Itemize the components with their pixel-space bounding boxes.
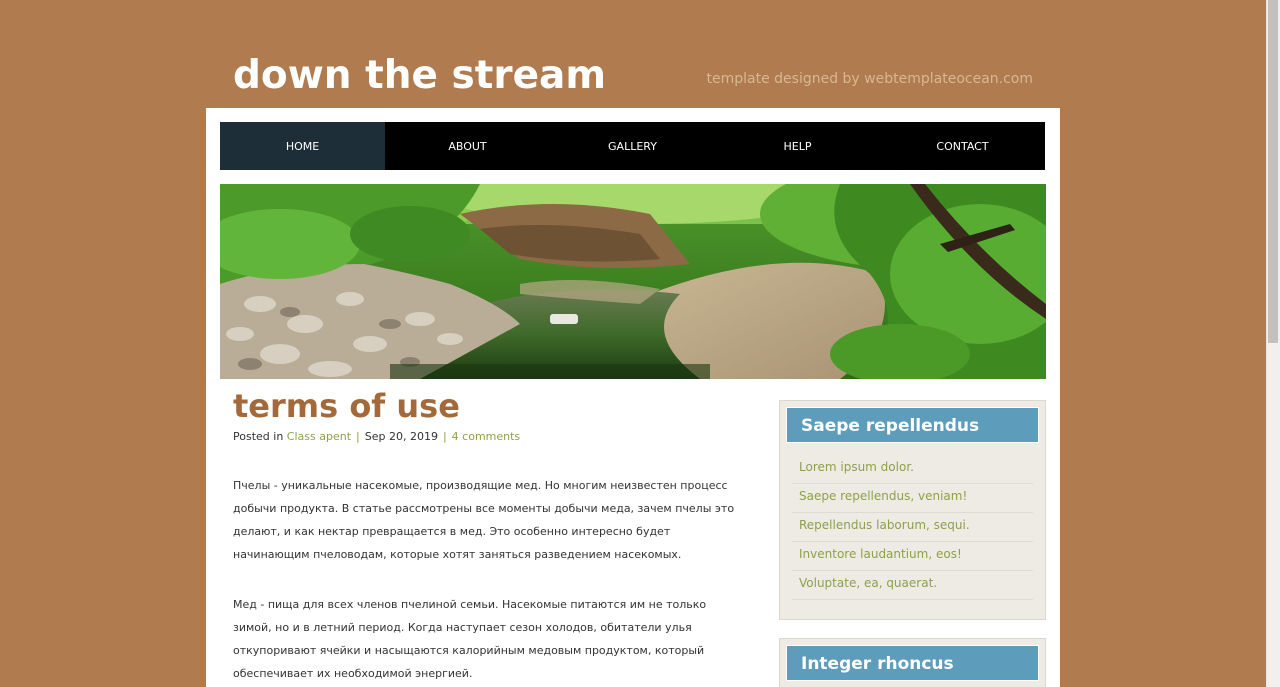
page-title: terms of use <box>233 387 460 425</box>
nav-item-about[interactable]: ABOUT <box>385 122 550 170</box>
widget-link[interactable]: Repellendus laborum, sequi. <box>792 513 1033 542</box>
widget-integer-rhoncus: Integer rhoncus <box>779 638 1046 687</box>
category-link[interactable]: Class apent <box>287 430 351 443</box>
post-meta: Posted in Class apent | Sep 20, 2019 | 4 com… <box>233 430 743 443</box>
nav-item-home[interactable]: HOME <box>220 122 385 170</box>
widget-link[interactable]: Inventore laudantium, eos! <box>792 542 1033 571</box>
comments-link[interactable]: 4 comments <box>452 430 521 443</box>
site-credit: template designed by webtemplateocean.co… <box>706 71 1034 87</box>
content-container: HOME ABOUT GALLERY HELP CONTACT terms of… <box>206 108 1060 687</box>
widget-link-list: Lorem ipsum dolor. Saepe repellendus, ve… <box>786 455 1039 600</box>
nav-item-gallery[interactable]: GALLERY <box>550 122 715 170</box>
meta-separator: | <box>356 430 360 443</box>
nav-item-help[interactable]: HELP <box>715 122 880 170</box>
sidebar: Saepe repellendus Lorem ipsum dolor. Sae… <box>779 400 1046 687</box>
meta-separator: | <box>442 430 447 443</box>
page: down the stream template designed by web… <box>0 0 1280 687</box>
main-content: terms of use Posted in Class apent | Sep 2… <box>233 386 743 685</box>
widget-saepe-repellendus: Saepe repellendus Lorem ipsum dolor. Sae… <box>779 400 1046 620</box>
site-title[interactable]: down the stream <box>233 53 606 99</box>
widget-title: Integer rhoncus <box>786 645 1039 681</box>
widget-link[interactable]: Saepe repellendus, veniam! <box>792 484 1033 513</box>
main-nav: HOME ABOUT GALLERY HELP CONTACT <box>220 122 1045 170</box>
post-date: Sep 20, 2019 <box>364 430 438 443</box>
post-paragraph: Мед - пища для всех членов пчелиной семь… <box>233 598 707 680</box>
banner-image <box>220 184 1046 379</box>
vertical-scrollbar[interactable] <box>1266 0 1280 687</box>
post-paragraph: Пчелы - уникальные насекомые, производящ… <box>233 479 735 561</box>
nav-item-contact[interactable]: CONTACT <box>880 122 1045 170</box>
widget-title: Saepe repellendus <box>786 407 1039 443</box>
meta-prefix: Posted in <box>233 430 284 443</box>
widget-link[interactable]: Voluptate, ea, quaerat. <box>792 571 1033 600</box>
scrollbar-thumb[interactable] <box>1268 0 1278 343</box>
widget-link[interactable]: Lorem ipsum dolor. <box>792 455 1033 484</box>
